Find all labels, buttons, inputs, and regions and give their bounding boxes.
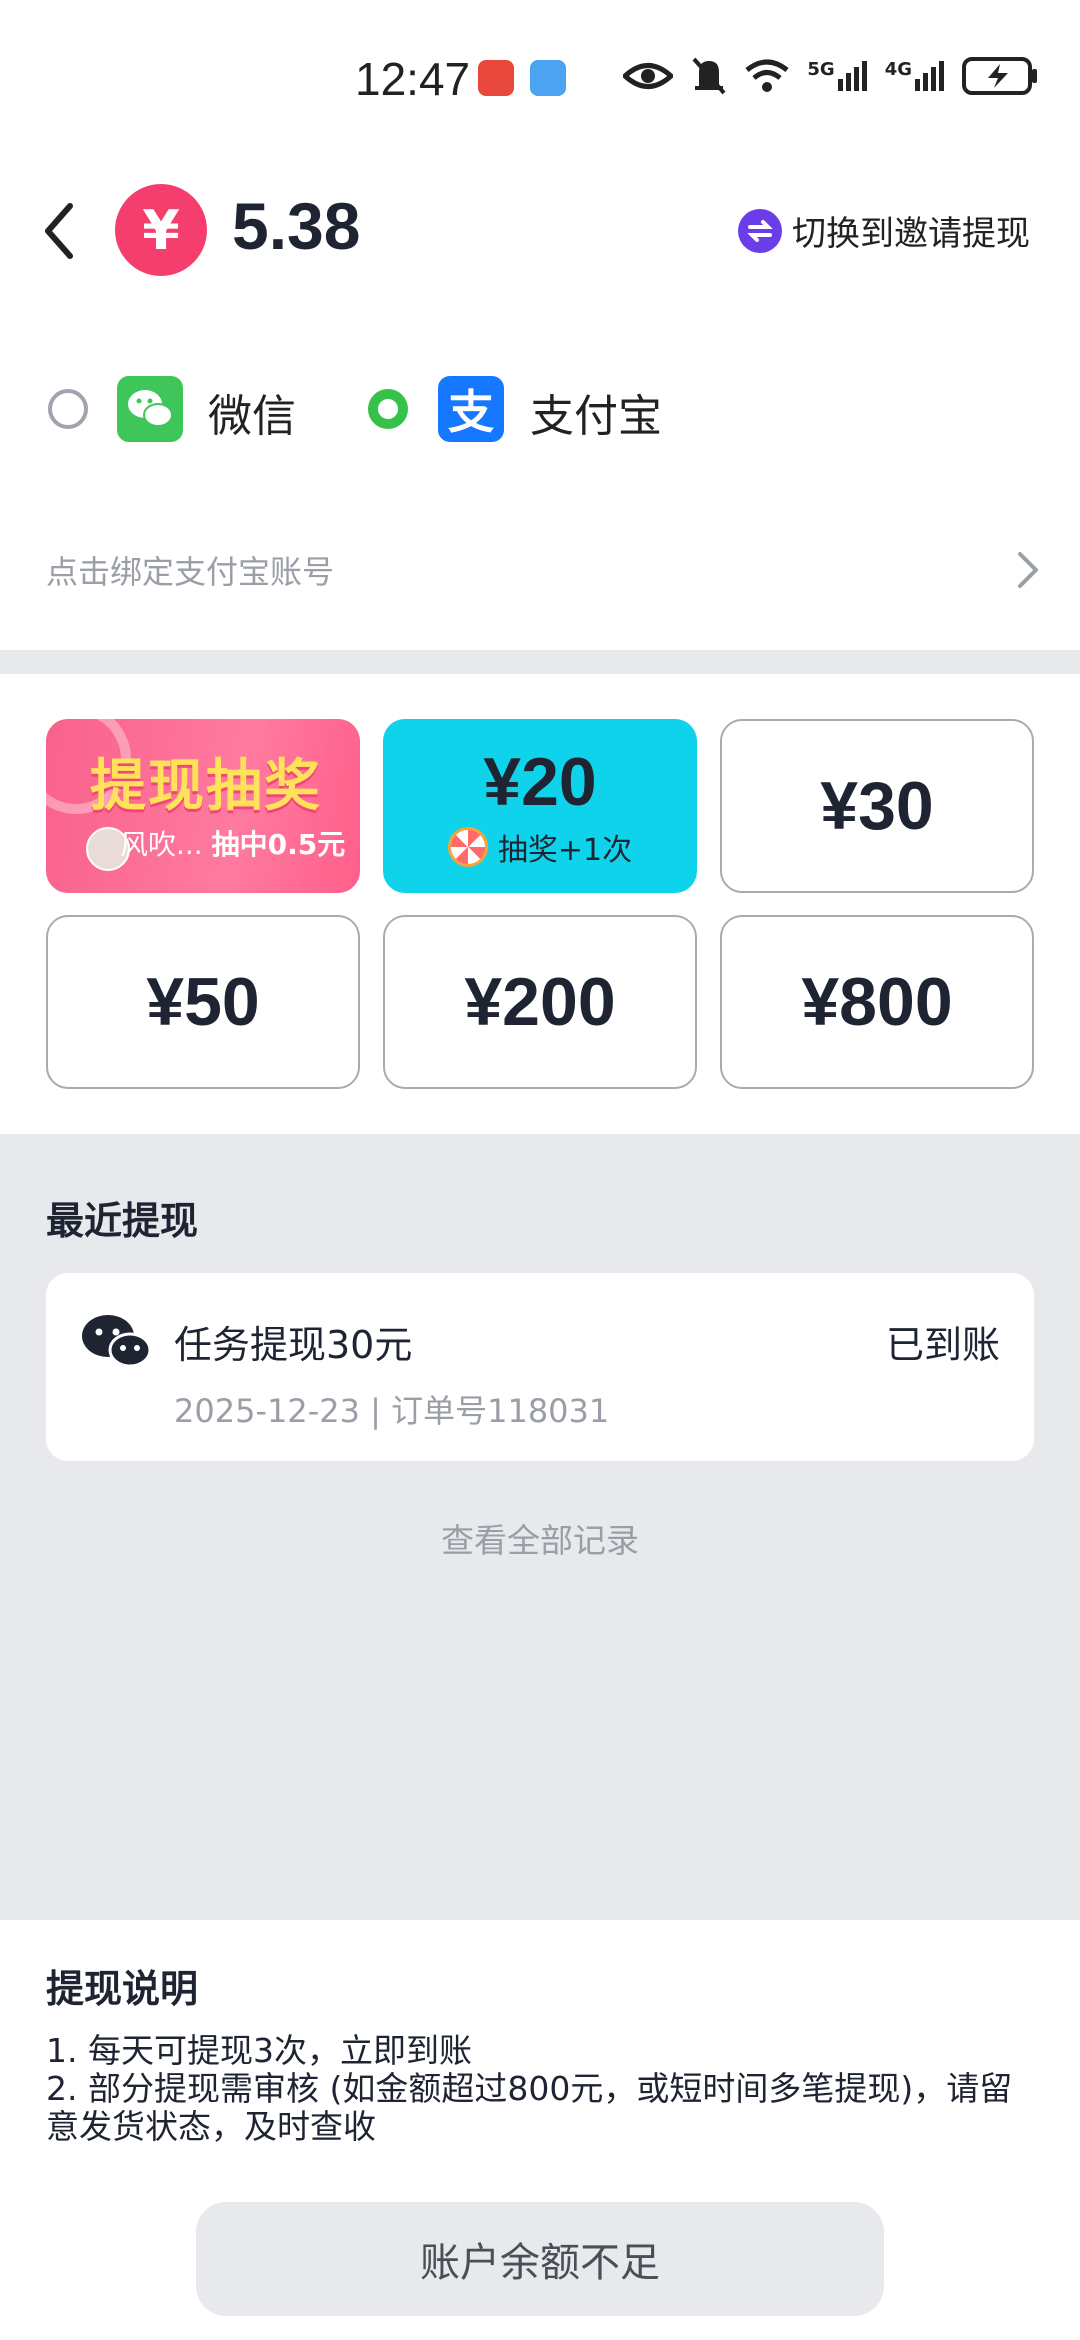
amount-option-800[interactable]: ¥800 [720, 915, 1034, 1089]
lottery-bonus: 抽奖+1次 [447, 825, 633, 869]
4g-label: 4G [884, 59, 912, 80]
eye-icon [623, 63, 674, 89]
view-all-records-link[interactable]: 查看全部记录 [0, 1514, 1080, 1562]
5g-signal-icon: 5G [807, 59, 867, 91]
switch-label: 切换到邀请提现 [792, 214, 1030, 254]
huawei-app-icon [478, 60, 514, 96]
wechat-label[interactable]: 微信 [208, 380, 296, 444]
withdraw-button[interactable]: 账户余额不足 [196, 2202, 884, 2316]
4g-signal-icon: 4G [885, 61, 944, 91]
switch-to-invite-withdraw[interactable]: 切换到邀请提现 [738, 206, 1030, 255]
bind-account-label: 点击绑定支付宝账号 [46, 553, 335, 591]
5g-label: 5G [807, 59, 835, 80]
amount-option-20[interactable]: ¥20 抽奖+1次 [383, 719, 697, 893]
alipay-radio[interactable] [368, 389, 408, 429]
record-title: 任务提现30元 [174, 1323, 413, 1367]
wifi-icon [745, 59, 789, 92]
wechat-icon [82, 1315, 152, 1368]
instruction-line-2: 2. 部分提现需审核 (如金额超过800元，或短时间多笔提现)，请留意发货状态，… [46, 2069, 1013, 2146]
alipay-logo-char: 支 [448, 385, 494, 439]
amount-option-30[interactable]: ¥30 [720, 719, 1034, 893]
section-divider [0, 650, 1080, 674]
chevron-right-icon [1018, 552, 1038, 588]
amount-option-50[interactable]: ¥50 [46, 915, 360, 1089]
back-button[interactable] [38, 196, 78, 266]
switch-icon [738, 208, 782, 253]
record-meta: 2025-12-23 | 订单号118031 [174, 1392, 610, 1430]
instructions-text: 1. 每天可提现3次，立即到账 2. 部分提现需审核 (如金额超过800元，或短… [46, 2032, 1036, 2146]
amount-value: ¥20 [483, 744, 597, 820]
lottery-bonus-label: 抽奖+1次 [497, 833, 633, 868]
amount-value: ¥30 [820, 768, 934, 844]
battery-charging-icon [962, 57, 1037, 95]
status-time: 12:47 [355, 53, 471, 105]
balance-amount: 5.38 [232, 189, 361, 263]
balance-yen-icon: ¥ [115, 184, 207, 276]
wechat-radio[interactable] [48, 389, 88, 429]
mute-icon [692, 57, 726, 95]
withdraw-lottery-card[interactable]: 提现抽奖 风吹... 抽中0.5元 [46, 719, 360, 893]
alipay-label[interactable]: 支付宝 [530, 380, 662, 444]
instruction-line-1: 1. 每天可提现3次，立即到账 [46, 2031, 472, 2070]
amount-value: ¥50 [146, 964, 260, 1040]
alipay-icon[interactable]: 支 [438, 376, 504, 442]
lottery-title: 提现抽奖 [90, 754, 322, 819]
amount-value: ¥200 [464, 964, 616, 1040]
lottery-winner-text: 风吹... 抽中0.5元 [120, 828, 346, 861]
amount-value: ¥800 [801, 964, 953, 1040]
amount-option-200[interactable]: ¥200 [383, 915, 697, 1089]
lottery-wheel-icon [447, 827, 488, 867]
bind-alipay-account-row[interactable]: 点击绑定支付宝账号 [46, 540, 1040, 600]
recent-title: 最近提现 [46, 1199, 199, 1243]
wechat-icon[interactable] [117, 376, 183, 442]
record-status: 已到账 [885, 1323, 1000, 1367]
instructions-title: 提现说明 [46, 1967, 199, 2011]
weather-icon [530, 60, 566, 96]
status-indicators: 5G 4G [623, 56, 1040, 96]
